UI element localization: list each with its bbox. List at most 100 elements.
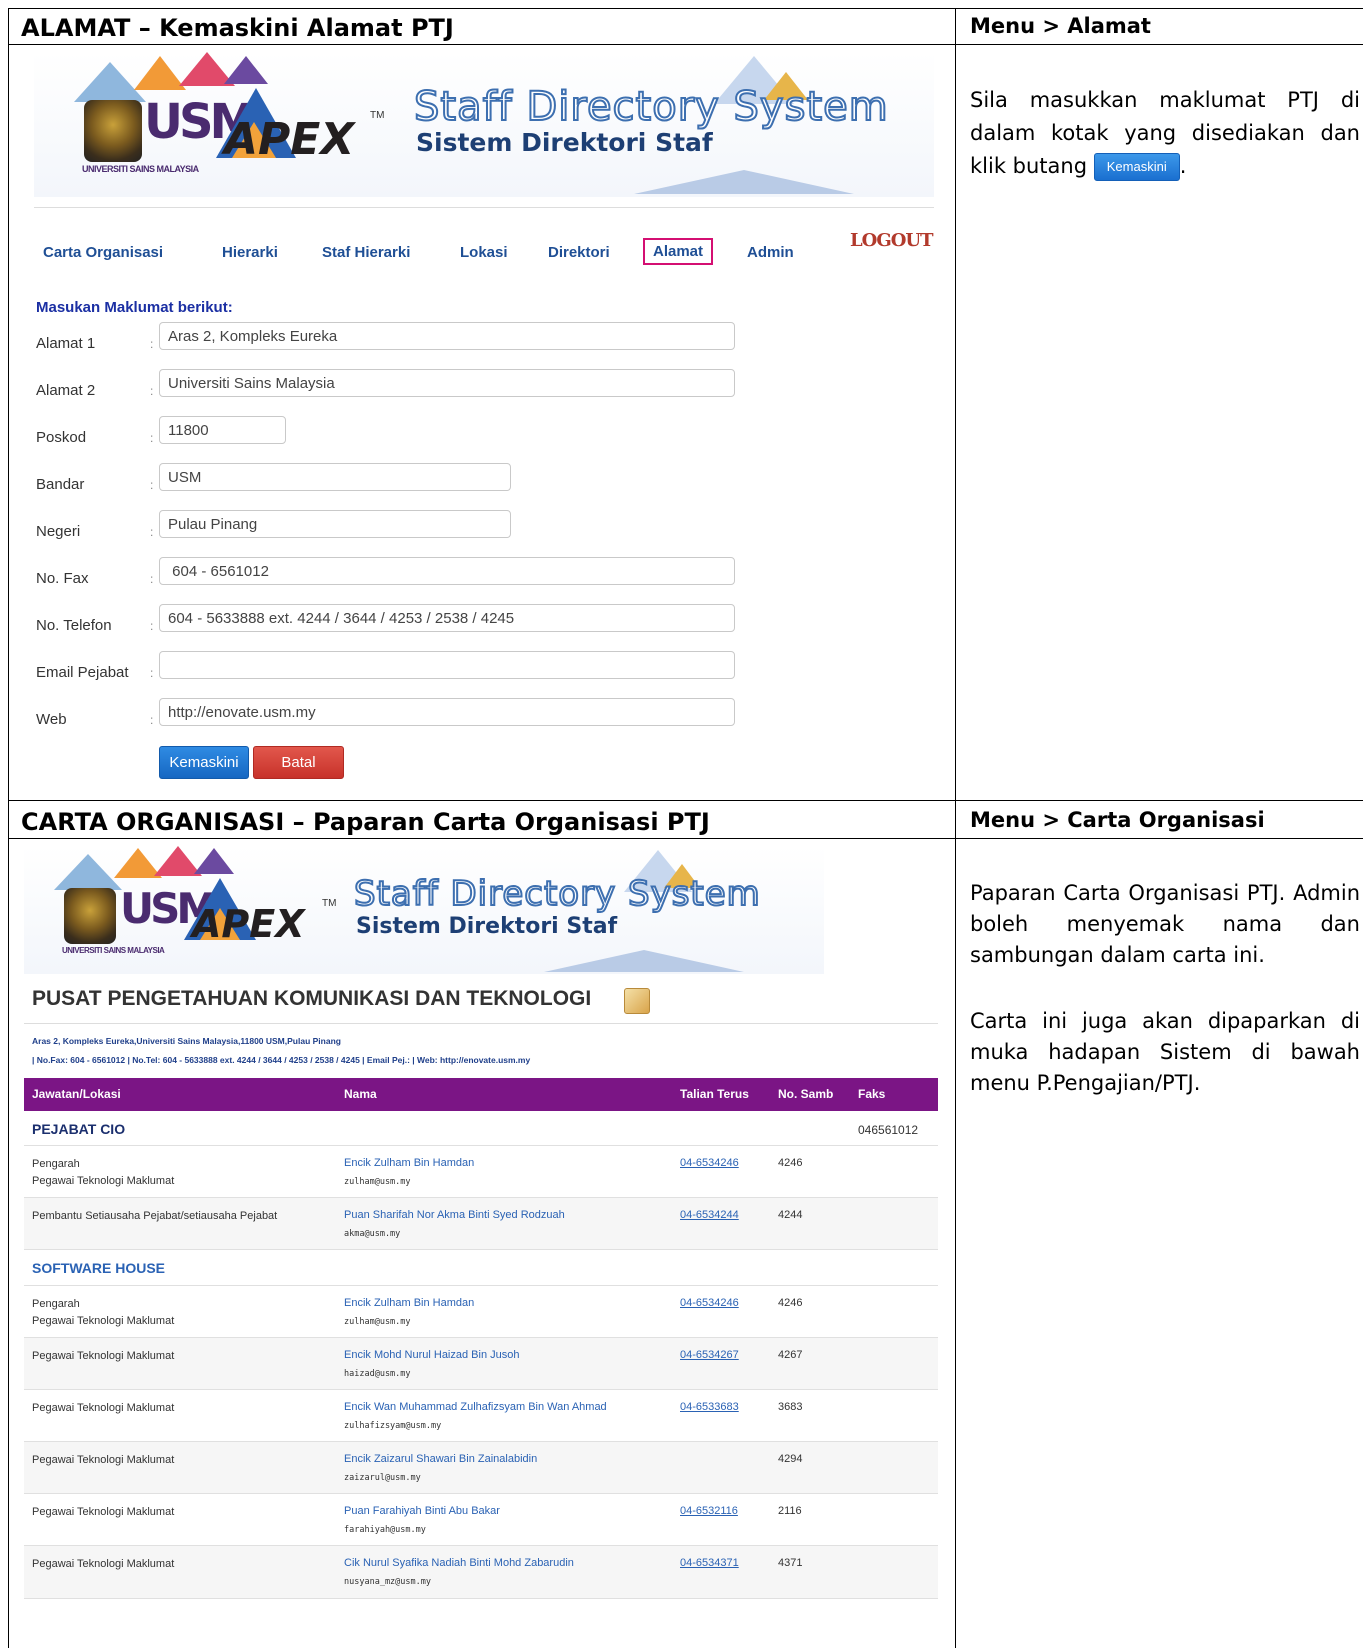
table-row: Pegawai Teknologi Maklumat Encik Mohd Nu…: [24, 1337, 938, 1390]
no-fax-input[interactable]: 604 - 6561012: [159, 557, 735, 585]
group-pejabat-cio: PEJABAT CIO: [32, 1121, 126, 1137]
table-row: Pegawai Teknologi Maklumat Encik Zaizaru…: [24, 1441, 938, 1494]
table-row: Pegawai Teknologi Maklumat Cik Nurul Sya…: [24, 1545, 938, 1599]
row-jawatan: Pembantu Setiausaha Pejabat/setiausaha P…: [32, 1210, 278, 1222]
org-map-icon: [624, 988, 650, 1014]
alamat1-input[interactable]: Aras 2, Kompleks Eureka: [159, 322, 735, 350]
colon: :: [150, 384, 154, 398]
row-email: zaizarul@usm.my: [344, 1473, 421, 1483]
row-email: zulhafizsyam@usm.my: [344, 1421, 442, 1431]
colon: :: [150, 619, 154, 633]
group-faks: 046561012: [858, 1123, 919, 1137]
row-nama-link[interactable]: Encik Mohd Nurul Haizad Bin Jusoh: [344, 1349, 519, 1361]
usm-logo-subtext: UNIVERSITI SAINS MALAYSIA: [82, 164, 199, 174]
section1-title: ALAMAT – Kemaskini Alamat PTJ: [21, 14, 454, 42]
instructions-end: .: [1179, 154, 1187, 178]
table-row2-divider: [8, 800, 1363, 801]
table-row: Pegawai Teknologi Maklumat Encik Wan Muh…: [24, 1389, 938, 1442]
section1-menu-path: Menu > Alamat: [970, 14, 1151, 38]
section2-para2: Carta ini juga akan dipaparkan di muka h…: [970, 1009, 1360, 1095]
nav-direktori[interactable]: Direktori: [548, 244, 610, 261]
label-alamat1: Alamat 1: [36, 335, 96, 352]
bandar-input[interactable]: USM: [159, 463, 511, 491]
label-alamat2: Alamat 2: [36, 382, 96, 399]
label-no-fax: No. Fax: [36, 570, 89, 587]
colon: :: [150, 525, 154, 539]
usm-logo-subtext: UNIVERSITI SAINS MALAYSIA: [62, 946, 165, 955]
apex-tm: TM: [370, 110, 385, 121]
section2-para1: Paparan Carta Organisasi PTJ. Admin bole…: [970, 881, 1360, 967]
batal-button[interactable]: Batal: [253, 746, 344, 779]
nav-alamat[interactable]: Alamat: [643, 238, 714, 265]
negeri-input[interactable]: Pulau Pinang: [159, 510, 511, 538]
section1-instructions: Sila masukkan maklumat PTJ di dalam kota…: [970, 84, 1360, 183]
apex-tm: TM: [322, 898, 337, 909]
web-input[interactable]: http://enovate.usm.my: [159, 698, 735, 726]
row-tel-link[interactable]: 04-6534246: [680, 1297, 739, 1309]
nav-lokasi[interactable]: Lokasi: [460, 244, 508, 261]
row-nama-link[interactable]: Encik Zulham Bin Hamdan: [344, 1157, 474, 1169]
th-nama: Nama: [344, 1087, 377, 1101]
row-tel-link[interactable]: 04-6534267: [680, 1349, 739, 1361]
row-email: farahiyah@usm.my: [344, 1525, 426, 1535]
section2-menu-path: Menu > Carta Organisasi: [970, 808, 1265, 832]
org-title: PUSAT PENGETAHUAN KOMUNIKASI DAN TEKNOLO…: [32, 987, 592, 1010]
banner-title: Staff Directory System: [413, 83, 889, 131]
banner-title: Staff Directory System: [353, 873, 761, 915]
label-negeri: Negeri: [36, 523, 81, 540]
label-email-pejabat: Email Pejabat: [36, 664, 129, 681]
table-row: Pengarah Pegawai Teknologi Maklumat Encik…: [24, 1145, 938, 1198]
app-banner: USM UNIVERSITI SAINS MALAYSIA APEX TM St…: [34, 52, 934, 197]
row-samb: 4244: [778, 1209, 803, 1221]
email-pejabat-input[interactable]: [159, 651, 735, 679]
row-nama-link[interactable]: Puan Sharifah Nor Akma Binti Syed Rodzua…: [344, 1209, 565, 1221]
row-tel-link[interactable]: 04-6533683: [680, 1401, 739, 1413]
table-border-top: [8, 8, 1363, 9]
nav-staf-hierarki[interactable]: Staf Hierarki: [322, 244, 410, 261]
poskod-input[interactable]: 11800: [159, 416, 286, 444]
label-web: Web: [36, 711, 67, 728]
th-faks: Faks: [858, 1087, 886, 1101]
row-jawatan: Pegawai Teknologi Maklumat: [32, 1350, 175, 1362]
colon: :: [150, 478, 154, 492]
org-banner: USM UNIVERSITI SAINS MALAYSIA APEX TM St…: [24, 846, 824, 974]
row-tel-link[interactable]: 04-6534244: [680, 1209, 739, 1221]
nav-hierarki[interactable]: Hierarki: [222, 244, 278, 261]
table-row3-divider: [8, 838, 1363, 839]
label-no-telefon: No. Telefon: [36, 617, 112, 634]
row-jawatan: Pengarah Pegawai Teknologi Maklumat: [32, 1298, 175, 1327]
row-tel-link[interactable]: 04-6532116: [680, 1505, 738, 1517]
form-heading: Masukan Maklumat berikut:: [36, 299, 233, 316]
row-samb: 4246: [778, 1157, 803, 1169]
logout-button[interactable]: LOGOUT: [850, 230, 933, 251]
group-software-house: SOFTWARE HOUSE: [32, 1260, 166, 1276]
row-tel-link[interactable]: 04-6534371: [680, 1557, 739, 1569]
colon: :: [150, 666, 154, 680]
no-telefon-input[interactable]: 604 - 5633888 ext. 4244 / 3644 / 4253 / …: [159, 604, 735, 632]
section2-title: CARTA ORGANISASI – Paparan Carta Organis…: [21, 808, 710, 836]
org-contact: | No.Fax: 604 - 6561012 | No.Tel: 604 - …: [32, 1055, 531, 1065]
document-page: ALAMAT – Kemaskini Alamat PTJ Menu > Ala…: [0, 0, 1363, 1648]
banner-subtitle: Sistem Direktori Staf: [416, 128, 713, 157]
kemaskini-button[interactable]: Kemaskini: [159, 746, 249, 779]
th-samb: No. Samb: [778, 1087, 834, 1101]
apex-logo: APEX: [224, 114, 355, 165]
row-nama-link[interactable]: Puan Farahiyah Binti Abu Bakar: [344, 1505, 500, 1517]
table-border-mid: [955, 8, 956, 1648]
banner-divider: [34, 207, 934, 208]
row-jawatan: Pegawai Teknologi Maklumat: [32, 1558, 175, 1570]
row-nama-link[interactable]: Cik Nurul Syafika Nadiah Binti Mohd Zaba…: [344, 1557, 574, 1569]
colon: :: [150, 713, 154, 727]
org-address: Aras 2, Kompleks Eureka,Universiti Sains…: [32, 1036, 341, 1046]
row-nama-link[interactable]: Encik Wan Muhammad Zulhafizsyam Bin Wan …: [344, 1401, 607, 1413]
row-nama-link[interactable]: Encik Zulham Bin Hamdan: [344, 1297, 474, 1309]
nav-admin[interactable]: Admin: [747, 244, 794, 261]
table-header: Jawatan/Lokasi Nama Talian Terus No. Sam…: [24, 1078, 938, 1111]
label-bandar: Bandar: [36, 476, 85, 493]
row-jawatan: Pegawai Teknologi Maklumat: [32, 1454, 175, 1466]
row-tel-link[interactable]: 04-6534246: [680, 1157, 739, 1169]
alamat2-input[interactable]: Universiti Sains Malaysia: [159, 369, 735, 397]
row-nama-link[interactable]: Encik Zaizarul Shawari Bin Zainalabidin: [344, 1453, 537, 1465]
nav-carta-organisasi[interactable]: Carta Organisasi: [43, 244, 163, 261]
table-border-left: [8, 8, 9, 1648]
